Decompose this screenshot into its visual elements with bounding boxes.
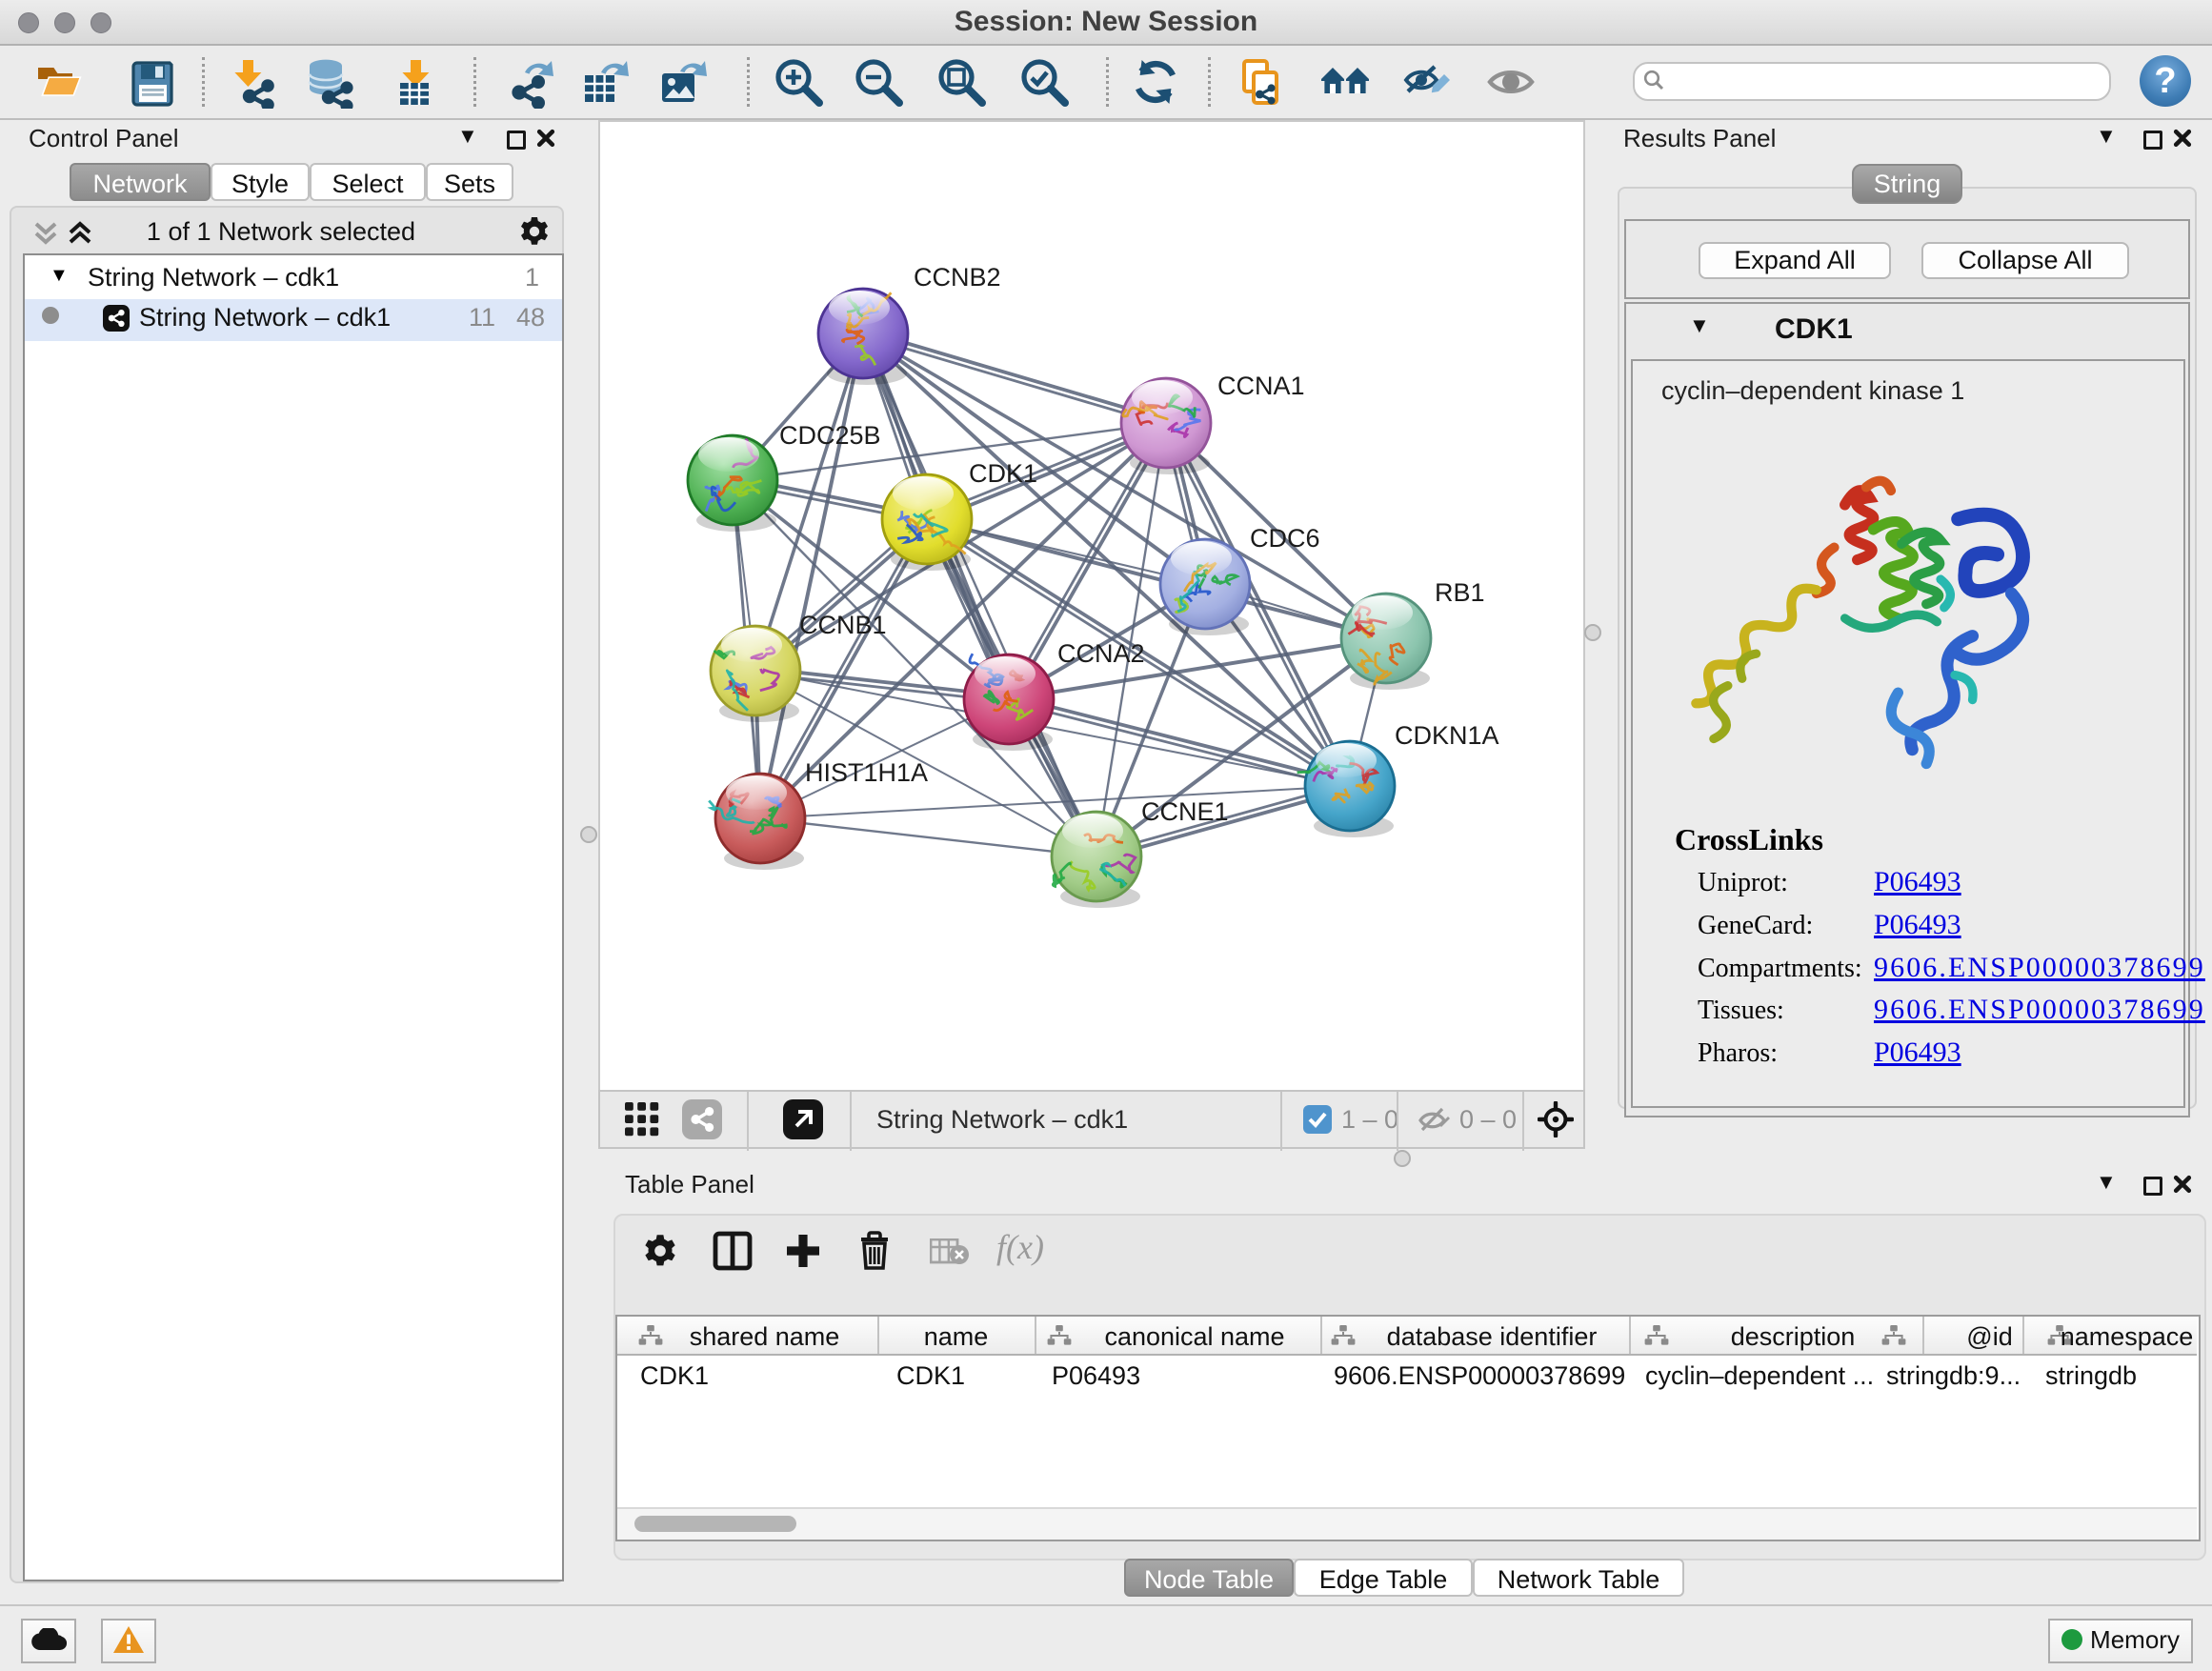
svg-text:CDC25B: CDC25B — [779, 421, 881, 450]
svg-text:CDKN1A: CDKN1A — [1395, 721, 1499, 750]
svg-text:CCNA2: CCNA2 — [1057, 639, 1145, 668]
svg-text:CCNE1: CCNE1 — [1141, 797, 1229, 826]
svg-text:CDK1: CDK1 — [969, 459, 1037, 488]
svg-text:HIST1H1A: HIST1H1A — [805, 758, 928, 787]
svg-text:RB1: RB1 — [1435, 578, 1485, 607]
svg-text:CCNA1: CCNA1 — [1217, 372, 1305, 400]
svg-text:CDC6: CDC6 — [1250, 524, 1320, 553]
svg-text:CCNB1: CCNB1 — [799, 611, 887, 639]
svg-text:CCNB2: CCNB2 — [914, 263, 1001, 292]
